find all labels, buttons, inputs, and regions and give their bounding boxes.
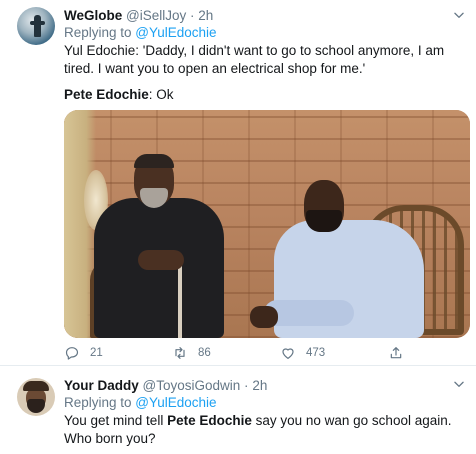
photo-cane <box>178 260 182 338</box>
user-handle[interactable]: @ToyosiGodwin <box>143 378 241 393</box>
display-name[interactable]: WeGlobe <box>64 8 122 23</box>
like-icon <box>282 348 294 359</box>
tweet-text-bold: Pete Edochie <box>167 413 252 428</box>
chevron-down-icon[interactable] <box>452 8 466 22</box>
like-count: 473 <box>306 347 326 359</box>
separator-dot: · <box>244 378 249 393</box>
photo-young-hands <box>250 306 278 328</box>
reply-count: 21 <box>90 347 103 359</box>
replying-to: Replying to @YulEdochie <box>64 394 217 412</box>
tweet-text: Yul Edochie: 'Daddy, I didn't want to go… <box>64 43 445 76</box>
tweet-header: Your Daddy @ToyosiGodwin · 2h <box>64 377 267 395</box>
retweet-icon <box>175 347 185 359</box>
tweet-text-bold: Pete Edochie <box>64 87 149 102</box>
photo-young-beard <box>306 210 342 232</box>
photo-elder-hands <box>138 250 184 270</box>
tweet-text-rest: : Ok <box>148 87 174 102</box>
reply-button[interactable]: 21 <box>64 343 103 363</box>
timestamp[interactable]: 2h <box>252 378 267 393</box>
avatar[interactable] <box>17 378 55 416</box>
like-button[interactable]: 473 <box>280 343 325 363</box>
replying-to-link[interactable]: @YulEdochie <box>135 25 216 40</box>
chevron-down-icon[interactable] <box>452 377 466 391</box>
replying-to-prefix: Replying to <box>64 25 136 40</box>
tweet[interactable]: WeGlobe @iSellJoy · 2h Replying to @YulE… <box>0 0 476 366</box>
retweet-count: 86 <box>198 347 211 359</box>
replying-to-link[interactable]: @YulEdochie <box>135 395 216 410</box>
share-button[interactable] <box>388 343 404 363</box>
tweet-text-before: You get mind tell <box>64 413 168 428</box>
replying-to-prefix: Replying to <box>64 395 136 410</box>
share-icon <box>390 347 402 359</box>
tweet-header: WeGlobe @iSellJoy · 2h <box>64 7 213 25</box>
display-name[interactable]: Your Daddy <box>64 378 139 393</box>
photo-elder-hair <box>134 154 174 168</box>
replying-to: Replying to @YulEdochie <box>64 24 217 42</box>
tweet-text: You get mind tell Pete Edochie say you n… <box>64 412 464 448</box>
avatar-figure <box>34 15 41 37</box>
tweet-photo[interactable] <box>64 110 470 338</box>
timestamp[interactable]: 2h <box>198 8 213 23</box>
tweet-actions: 21 86 473 <box>64 343 470 363</box>
separator-dot: · <box>190 8 195 23</box>
tweet-text-second: Pete Edochie: Ok <box>64 86 470 104</box>
avatar-figure-arms <box>30 21 45 25</box>
avatar[interactable] <box>17 7 55 45</box>
user-handle[interactable]: @iSellJoy <box>126 8 186 23</box>
avatar-hat <box>23 381 49 391</box>
reply-icon <box>65 347 79 360</box>
avatar-beard <box>27 399 45 413</box>
tweet[interactable]: Your Daddy @ToyosiGodwin · 2h Replying t… <box>0 367 476 454</box>
retweet-button[interactable]: 86 <box>172 343 211 363</box>
